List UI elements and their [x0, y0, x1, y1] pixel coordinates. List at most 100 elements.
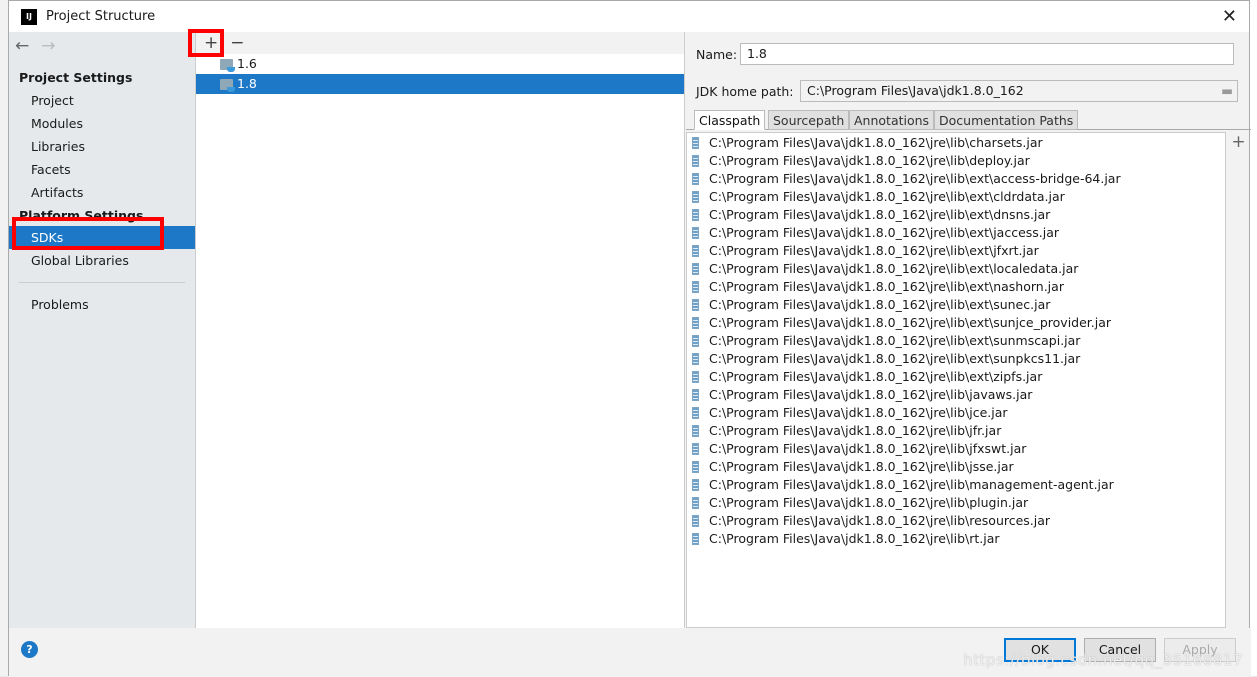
classpath-path: C:\Program Files\Java\jdk1.8.0_162\jre\l…	[709, 459, 1014, 474]
back-arrow-icon[interactable]: ←	[15, 36, 29, 56]
forward-arrow-icon[interactable]: →	[41, 36, 55, 56]
title-bar: IJ Project Structure ✕	[9, 1, 1249, 32]
sdk-item[interactable]: 1.6	[196, 54, 684, 74]
classpath-path: C:\Program Files\Java\jdk1.8.0_162\jre\l…	[709, 315, 1112, 330]
intellij-logo-icon: IJ	[21, 8, 37, 25]
sdk-list-panel: + − 1.6 1.8	[195, 32, 685, 628]
classpath-list[interactable]: C:\Program Files\Java\jdk1.8.0_162\jre\l…	[686, 132, 1226, 628]
help-icon[interactable]: ?	[21, 641, 38, 658]
classpath-path: C:\Program Files\Java\jdk1.8.0_162\jre\l…	[709, 333, 1081, 348]
classpath-item[interactable]: C:\Program Files\Java\jdk1.8.0_162\jre\l…	[687, 530, 1225, 548]
classpath-item[interactable]: C:\Program Files\Java\jdk1.8.0_162\jre\l…	[687, 512, 1225, 530]
tab-sourcepath[interactable]: Sourcepath	[768, 110, 850, 130]
jar-icon	[692, 407, 699, 419]
classpath-item[interactable]: C:\Program Files\Java\jdk1.8.0_162\jre\l…	[687, 170, 1225, 188]
classpath-path: C:\Program Files\Java\jdk1.8.0_162\jre\l…	[709, 369, 1043, 384]
name-input[interactable]: 1.8	[740, 43, 1234, 65]
tab-annotations[interactable]: Annotations	[849, 110, 935, 130]
classpath-path: C:\Program Files\Java\jdk1.8.0_162\jre\l…	[709, 441, 1027, 456]
jdk-folder-icon	[220, 78, 235, 92]
classpath-path: C:\Program Files\Java\jdk1.8.0_162\jre\l…	[709, 387, 1033, 402]
classpath-path: C:\Program Files\Java\jdk1.8.0_162\jre\l…	[709, 495, 1029, 510]
sidebar-item-artifacts[interactable]: Artifacts	[9, 181, 195, 204]
classpath-item[interactable]: C:\Program Files\Java\jdk1.8.0_162\jre\l…	[687, 494, 1225, 512]
classpath-item[interactable]: C:\Program Files\Java\jdk1.8.0_162\jre\l…	[687, 188, 1225, 206]
close-icon[interactable]: ✕	[1222, 6, 1237, 27]
classpath-item[interactable]: C:\Program Files\Java\jdk1.8.0_162\jre\l…	[687, 296, 1225, 314]
classpath-item[interactable]: C:\Program Files\Java\jdk1.8.0_162\jre\l…	[687, 368, 1225, 386]
classpath-path: C:\Program Files\Java\jdk1.8.0_162\jre\l…	[709, 225, 1060, 240]
jar-icon	[692, 137, 699, 149]
sidebar-item-global-libraries[interactable]: Global Libraries	[9, 249, 195, 272]
classpath-path: C:\Program Files\Java\jdk1.8.0_162\jre\l…	[709, 423, 1002, 438]
jar-icon	[692, 443, 699, 455]
classpath-item[interactable]: C:\Program Files\Java\jdk1.8.0_162\jre\l…	[687, 206, 1225, 224]
classpath-item[interactable]: C:\Program Files\Java\jdk1.8.0_162\jre\l…	[687, 422, 1225, 440]
project-settings-header: Project Settings	[19, 70, 133, 85]
classpath-path: C:\Program Files\Java\jdk1.8.0_162\jre\l…	[709, 279, 1064, 294]
classpath-item[interactable]: C:\Program Files\Java\jdk1.8.0_162\jre\l…	[687, 242, 1225, 260]
classpath-path: C:\Program Files\Java\jdk1.8.0_162\jre\l…	[709, 531, 1000, 546]
tab-documentation-paths[interactable]: Documentation Paths	[934, 110, 1079, 130]
jdk-home-path-field[interactable]: C:\Program Files\Java\jdk1.8.0_162 ▬	[800, 80, 1238, 102]
classpath-item[interactable]: C:\Program Files\Java\jdk1.8.0_162\jre\l…	[687, 260, 1225, 278]
classpath-path: C:\Program Files\Java\jdk1.8.0_162\jre\l…	[709, 297, 1051, 312]
sidebar-item-libraries[interactable]: Libraries	[9, 135, 195, 158]
jar-icon	[692, 191, 699, 203]
remove-sdk-button[interactable]: −	[230, 33, 244, 53]
browse-folder-icon[interactable]: ▬	[1221, 81, 1233, 101]
jdk-home-path-value: C:\Program Files\Java\jdk1.8.0_162	[807, 83, 1024, 98]
classpath-path: C:\Program Files\Java\jdk1.8.0_162\jre\l…	[709, 243, 1039, 258]
classpath-path: C:\Program Files\Java\jdk1.8.0_162\jre\l…	[709, 135, 1043, 150]
jdk-home-label: JDK home path:	[696, 83, 794, 99]
classpath-item[interactable]: C:\Program Files\Java\jdk1.8.0_162\jre\l…	[687, 386, 1225, 404]
classpath-path: C:\Program Files\Java\jdk1.8.0_162\jre\l…	[709, 189, 1065, 204]
tab-bar: Classpath Sourcepath Annotations Documen…	[686, 110, 1251, 130]
jar-icon	[692, 389, 699, 401]
sidebar-item-problems[interactable]: Problems	[9, 293, 195, 316]
sidebar: ← → Project Settings Project Modules Lib…	[9, 32, 195, 628]
jar-icon	[692, 425, 699, 437]
watermark: https://blog.csdn.net/qq_35168817	[963, 651, 1243, 669]
classpath-item[interactable]: C:\Program Files\Java\jdk1.8.0_162\jre\l…	[687, 278, 1225, 296]
classpath-item[interactable]: C:\Program Files\Java\jdk1.8.0_162\jre\l…	[687, 458, 1225, 476]
classpath-path: C:\Program Files\Java\jdk1.8.0_162\jre\l…	[709, 351, 1081, 366]
project-structure-dialog: IJ Project Structure ✕ ← → Project Setti…	[8, 0, 1251, 677]
classpath-item[interactable]: C:\Program Files\Java\jdk1.8.0_162\jre\l…	[687, 314, 1225, 332]
jar-icon	[692, 335, 699, 347]
highlight-box-sdks	[12, 217, 164, 250]
jar-icon	[692, 497, 699, 509]
sdk-detail-panel: Name: 1.8 JDK home path: C:\Program File…	[686, 32, 1251, 628]
classpath-item[interactable]: C:\Program Files\Java\jdk1.8.0_162\jre\l…	[687, 134, 1225, 152]
classpath-item[interactable]: C:\Program Files\Java\jdk1.8.0_162\jre\l…	[687, 476, 1225, 494]
classpath-item[interactable]: C:\Program Files\Java\jdk1.8.0_162\jre\l…	[687, 440, 1225, 458]
sidebar-item-project[interactable]: Project	[9, 89, 195, 112]
jar-icon	[692, 245, 699, 257]
divider	[19, 282, 185, 283]
footer: ? OK Cancel Apply https://blog.csdn.net/…	[9, 628, 1251, 677]
classpath-path: C:\Program Files\Java\jdk1.8.0_162\jre\l…	[709, 513, 1051, 528]
highlight-box-add	[188, 29, 224, 57]
jar-icon	[692, 263, 699, 275]
add-path-button[interactable]: +	[1231, 132, 1245, 152]
classpath-item[interactable]: C:\Program Files\Java\jdk1.8.0_162\jre\l…	[687, 350, 1225, 368]
jar-icon	[692, 479, 699, 491]
classpath-path: C:\Program Files\Java\jdk1.8.0_162\jre\l…	[709, 477, 1114, 492]
classpath-path: C:\Program Files\Java\jdk1.8.0_162\jre\l…	[709, 171, 1121, 186]
classpath-item[interactable]: C:\Program Files\Java\jdk1.8.0_162\jre\l…	[687, 152, 1225, 170]
sidebar-item-modules[interactable]: Modules	[9, 112, 195, 135]
jdk-folder-icon	[220, 58, 235, 72]
classpath-item[interactable]: C:\Program Files\Java\jdk1.8.0_162\jre\l…	[687, 332, 1225, 350]
jar-icon	[692, 317, 699, 329]
sidebar-item-facets[interactable]: Facets	[9, 158, 195, 181]
sdk-label: 1.8	[237, 76, 257, 91]
classpath-path: C:\Program Files\Java\jdk1.8.0_162\jre\l…	[709, 405, 1008, 420]
sdk-label: 1.6	[237, 56, 257, 71]
jar-icon	[692, 515, 699, 527]
jar-icon	[692, 227, 699, 239]
classpath-item[interactable]: C:\Program Files\Java\jdk1.8.0_162\jre\l…	[687, 224, 1225, 242]
name-label: Name:	[696, 46, 738, 62]
tab-classpath[interactable]: Classpath	[694, 110, 766, 130]
classpath-item[interactable]: C:\Program Files\Java\jdk1.8.0_162\jre\l…	[687, 404, 1225, 422]
sdk-item-selected[interactable]: 1.8	[196, 74, 684, 94]
